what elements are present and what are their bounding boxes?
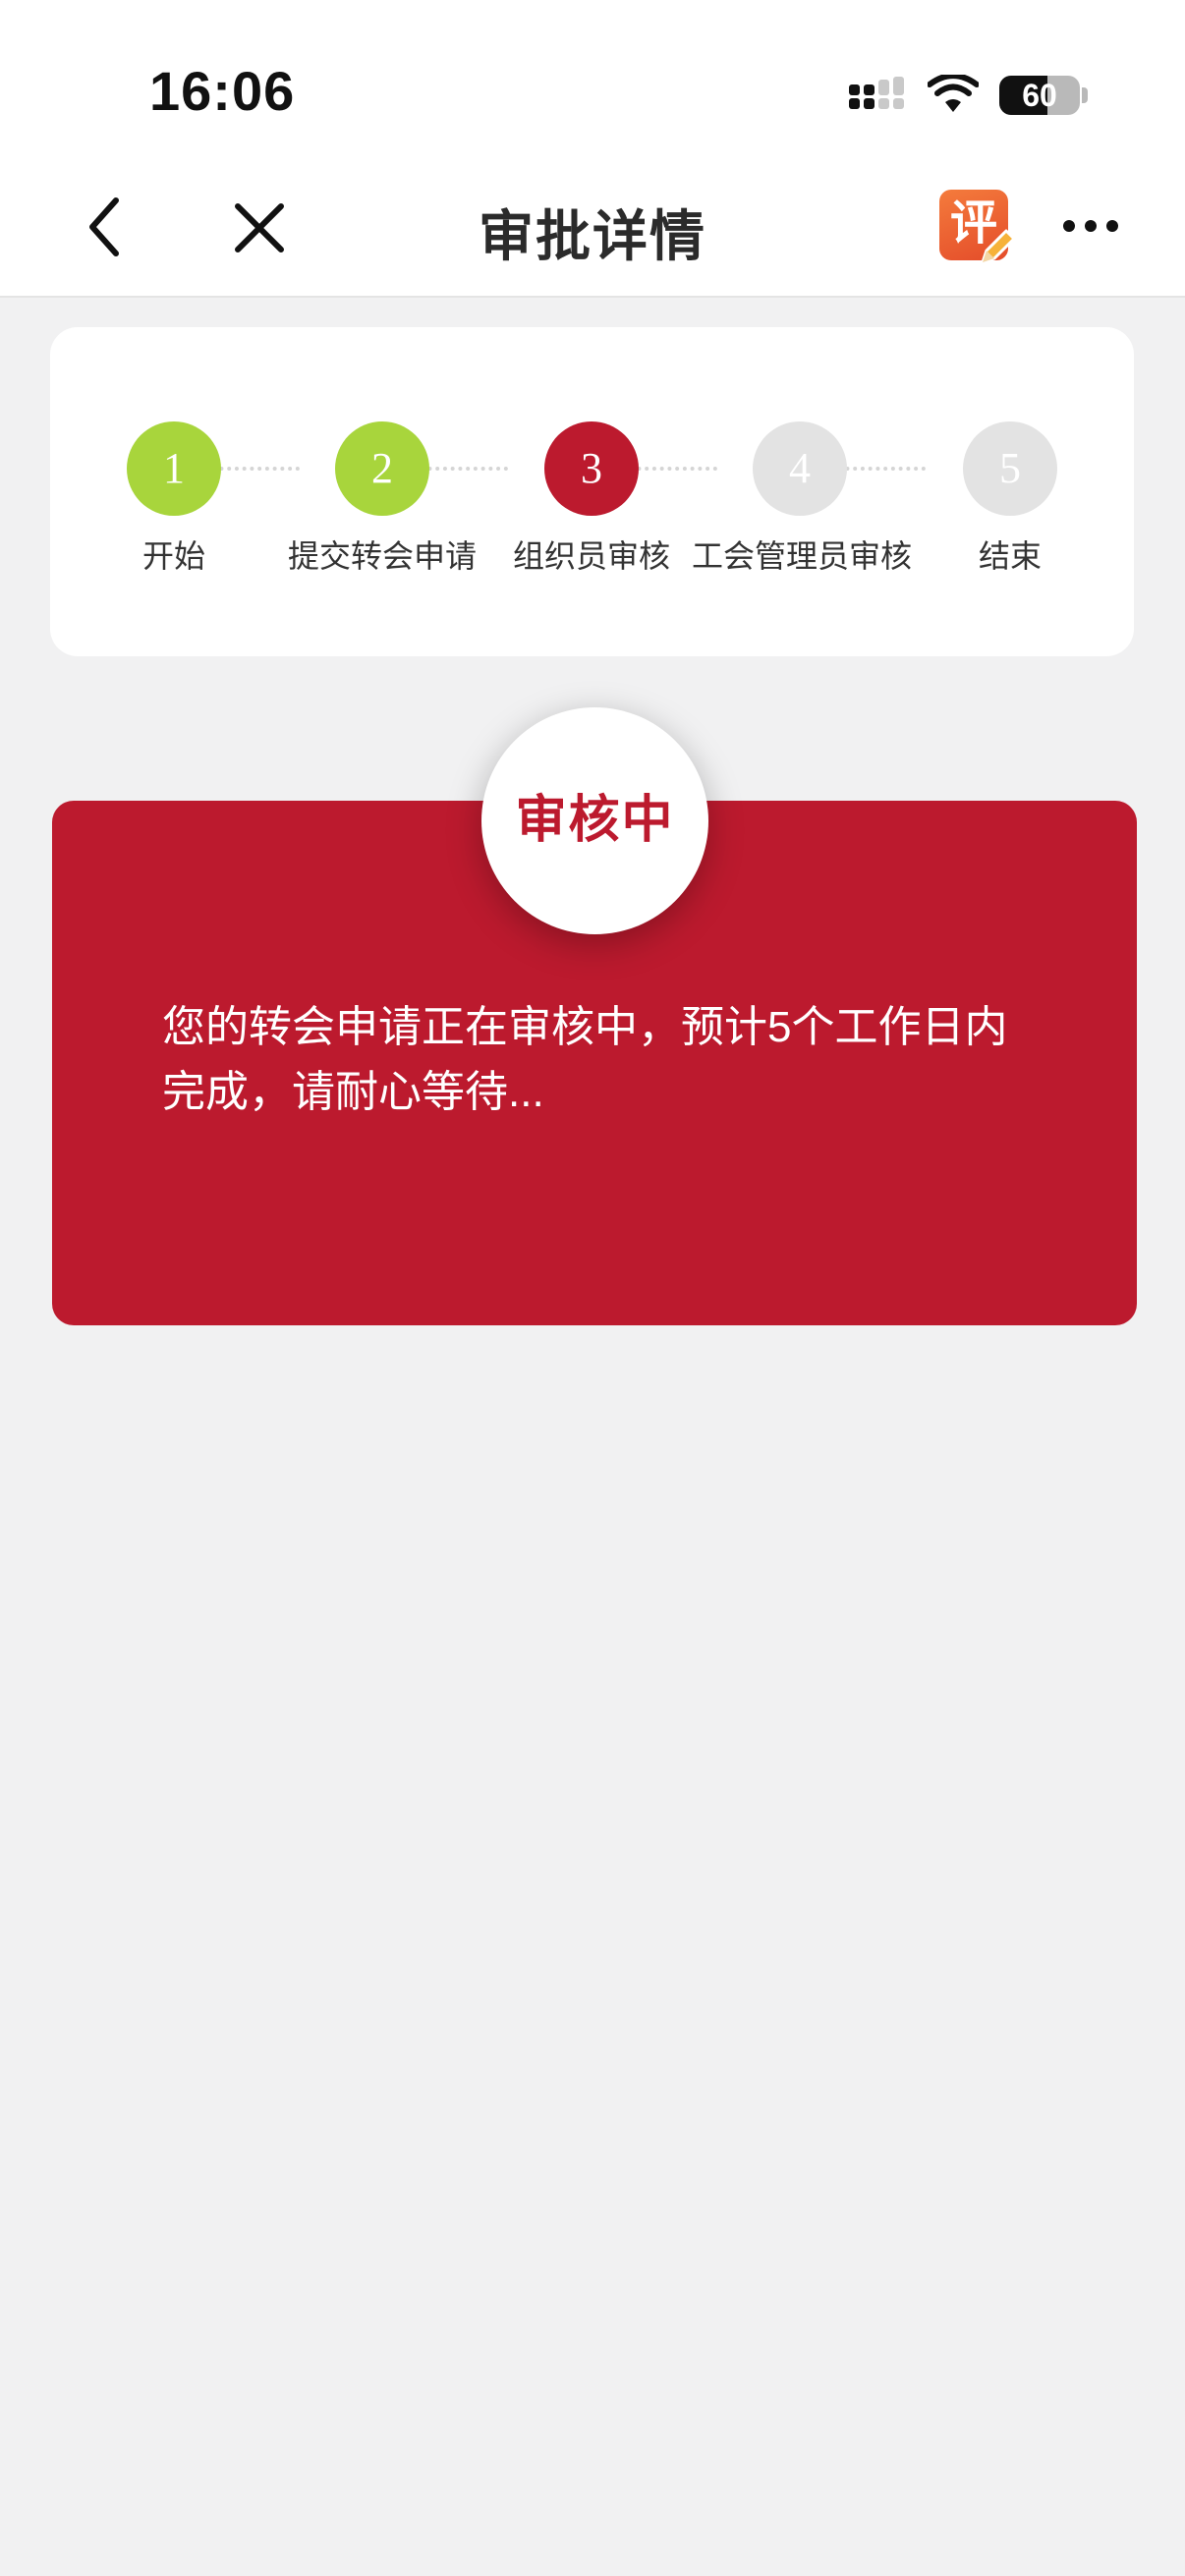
step-number: 3: [544, 421, 639, 516]
more-dots-icon[interactable]: [1061, 214, 1120, 238]
top-bar: 16:06 60 审批详情 评: [0, 0, 1185, 298]
battery-icon: 60: [999, 76, 1080, 115]
step-number: 2: [335, 421, 429, 516]
step-label: 工会管理员审核: [692, 538, 913, 574]
step-label: 组织员审核: [512, 538, 670, 574]
battery-percent: 60: [1022, 78, 1057, 113]
pencil-icon: [981, 229, 1016, 264]
wifi-icon: [928, 75, 979, 112]
step-number: 4: [753, 421, 847, 516]
cellular-signal-icon: [849, 77, 904, 109]
step-label: 提交转会申请: [287, 538, 477, 574]
status-time: 16:06: [149, 60, 296, 122]
step-label: 结束: [978, 538, 1042, 574]
approval-progress-card: 1 开始 2 提交转会申请 3 组织员审核 4 工会管理员审核 5 结束: [50, 327, 1134, 656]
chevron-left-icon[interactable]: [79, 193, 138, 261]
step-submit-transfer: 2 提交转会申请: [274, 421, 490, 577]
status-message: 您的转会申请正在审核中，预计5个工作日内完成，请耐心等待...: [162, 1003, 1008, 1116]
step-end: 5 结束: [902, 421, 1118, 577]
page-title: 审批详情: [479, 205, 706, 267]
step-start: 1 开始: [66, 421, 282, 577]
review-button[interactable]: 评: [939, 190, 1018, 268]
close-icon[interactable]: [228, 196, 291, 259]
step-number: 5: [963, 421, 1057, 516]
status-badge: 审核中: [481, 707, 708, 934]
step-number: 1: [127, 421, 221, 516]
step-union-admin-review: 4 工会管理员审核: [692, 421, 913, 577]
step-organizer-review: 3 组织员审核: [483, 421, 700, 577]
battery-nub: [1082, 87, 1088, 103]
step-label: 开始: [141, 538, 205, 574]
